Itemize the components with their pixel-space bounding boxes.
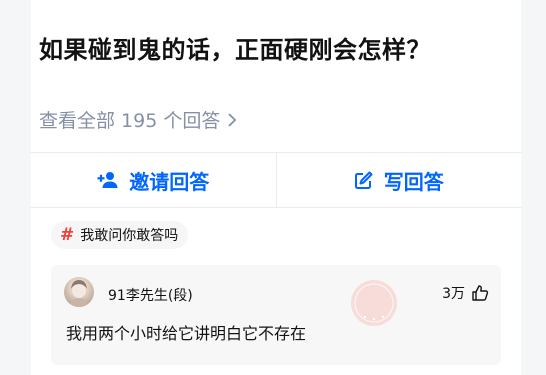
- hashtag-icon: #: [60, 224, 75, 245]
- view-all-label: 查看全部 195 个回答: [39, 110, 221, 132]
- question-card: 如果碰到鬼的话，正面硬刚会怎样？ 查看全部 195 个回答 邀请回答 写回答 #…: [31, 0, 521, 375]
- avatar[interactable]: [64, 277, 94, 307]
- avatar-portrait: [70, 280, 88, 307]
- write-answer-button[interactable]: 写回答: [277, 153, 522, 207]
- answer-excerpt[interactable]: 我用两个小时给它讲明白它不存在: [66, 320, 306, 344]
- thumbs-up-icon: [472, 285, 489, 301]
- author-name[interactable]: 91李先生(段): [108, 285, 193, 305]
- answer-actions-bar: 邀请回答 写回答: [31, 153, 521, 207]
- edit-icon: [354, 171, 373, 189]
- view-all-answers-link[interactable]: 查看全部 195 个回答: [39, 106, 238, 133]
- write-answer-label: 写回答: [383, 169, 444, 194]
- seal-watermark: [351, 280, 397, 326]
- chevron-right-icon: [228, 112, 237, 127]
- question-title[interactable]: 如果碰到鬼的话，正面硬刚会怎样？: [39, 30, 519, 65]
- add-user-icon: [97, 172, 118, 188]
- topic-label: 我敢问你敢答吗: [80, 228, 179, 244]
- like-count: 3万: [442, 286, 465, 302]
- invite-answer-label: 邀请回答: [129, 169, 210, 194]
- topic-tag[interactable]: # 我敢问你敢答吗: [51, 221, 189, 249]
- like-count-area[interactable]: 3万: [442, 283, 489, 303]
- divider: [31, 207, 521, 208]
- answer-preview[interactable]: 91李先生(段) 3万 我用两个小时给它讲明白它不存在: [51, 265, 501, 365]
- invite-answer-button[interactable]: 邀请回答: [31, 153, 276, 207]
